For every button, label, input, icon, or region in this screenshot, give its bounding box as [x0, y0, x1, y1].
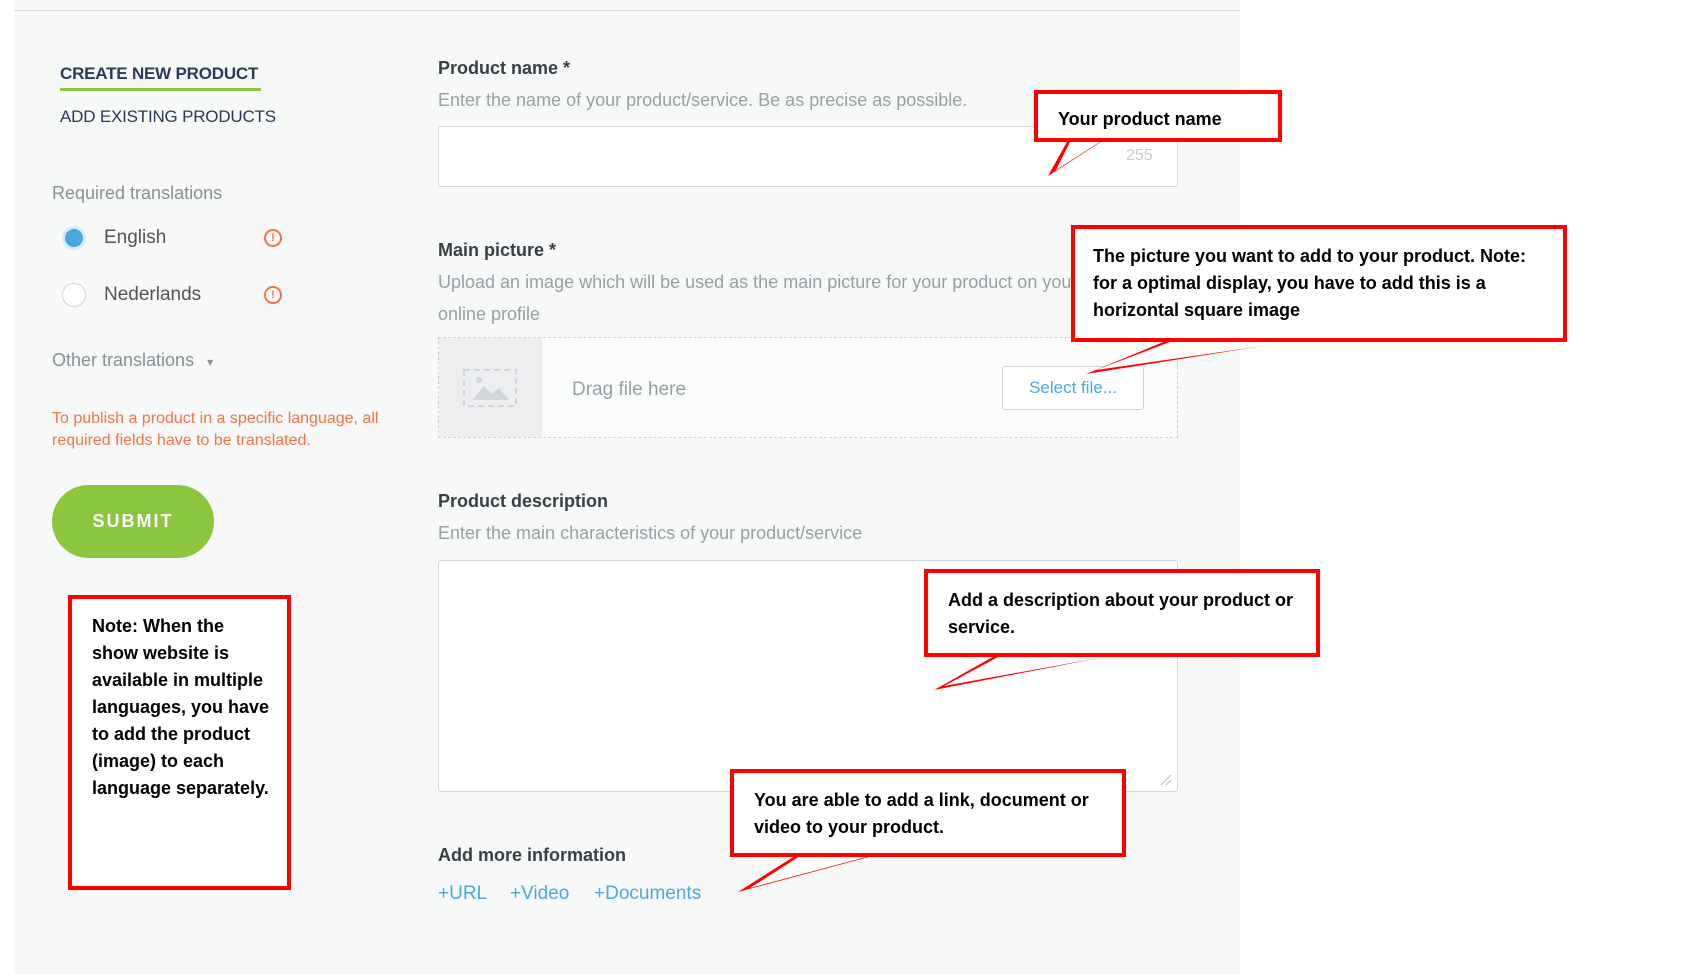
callout-more-information: You are able to add a link, document or … — [730, 769, 1126, 857]
callout-product-name: Your product name — [1034, 90, 1282, 142]
callout-language-note: Note: When the show website is available… — [68, 595, 291, 890]
callout-description: Add a description about your product or … — [924, 569, 1320, 657]
callout-main-picture: The picture you want to add to your prod… — [1071, 225, 1567, 342]
